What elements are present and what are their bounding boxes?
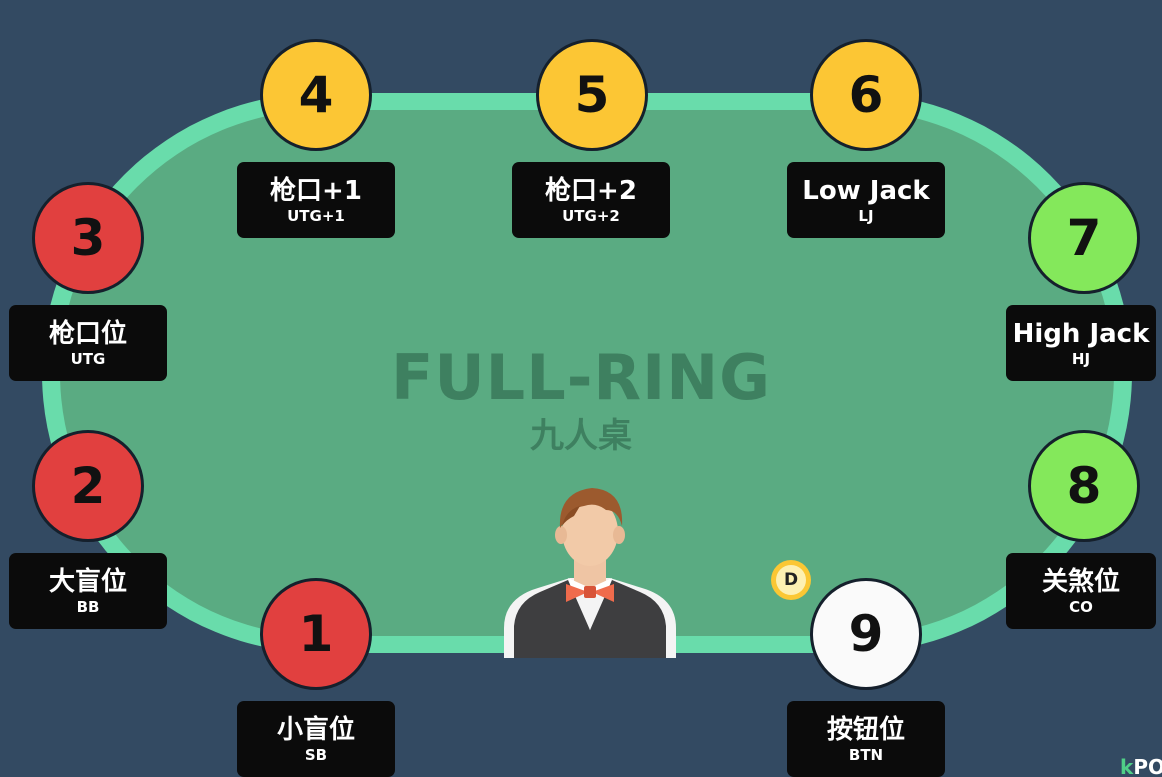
seat-7-label: High Jack HJ <box>1006 305 1156 381</box>
dealer-button-chip: D <box>771 560 811 600</box>
seat-4-name: 枪口+1 <box>270 175 362 206</box>
seat-7-circle: 7 <box>1028 182 1140 294</box>
seat-7-abbr: HJ <box>1071 349 1091 368</box>
brand-logo-prefix: k <box>1120 758 1134 777</box>
dealer-icon <box>504 488 676 658</box>
seat-5-abbr: UTG+2 <box>562 206 620 225</box>
seat-1-label: 小盲位 SB <box>237 701 395 777</box>
poker-table-diagram: FULL-RING 九人桌 D 1 小盲位 SB 2 大盲位 BB 3 枪口位 UTG 4 枪口+1… <box>0 0 1162 777</box>
seat-6-abbr: LJ <box>858 206 874 225</box>
seat-1-name: 小盲位 <box>276 714 355 745</box>
seat-9-name: 按钮位 <box>826 714 905 745</box>
seat-1-circle: 1 <box>260 578 372 690</box>
seat-3-label: 枪口位 UTG <box>9 305 167 381</box>
seat-8-label: 关煞位 CO <box>1006 553 1156 629</box>
seat-5-label: 枪口+2 UTG+2 <box>512 162 670 238</box>
seat-3-name: 枪口位 <box>48 318 127 349</box>
dealer-button-label: D <box>776 565 806 595</box>
seat-7-name: High Jack <box>1012 318 1150 349</box>
seat-9-abbr: BTN <box>848 745 884 764</box>
seat-4-label: 枪口+1 UTG+1 <box>237 162 395 238</box>
seat-6-circle: 6 <box>810 39 922 151</box>
seat-2-name: 大盲位 <box>48 566 127 597</box>
table-subtitle: 九人桌 <box>530 416 632 456</box>
brand-logo: kPO <box>1120 758 1162 777</box>
seat-2-circle: 2 <box>32 430 144 542</box>
seat-8-name: 关煞位 <box>1041 566 1120 597</box>
seat-2-abbr: BB <box>76 597 100 616</box>
seat-9-label: 按钮位 BTN <box>787 701 945 777</box>
seat-3-abbr: UTG <box>70 349 106 368</box>
seat-6-label: Low Jack LJ <box>787 162 945 238</box>
table-title: FULL-RING <box>390 341 772 414</box>
seat-1-abbr: SB <box>304 745 328 764</box>
seat-2-label: 大盲位 BB <box>9 553 167 629</box>
seat-8-circle: 8 <box>1028 430 1140 542</box>
brand-logo-text: PO <box>1133 758 1162 777</box>
seat-4-abbr: UTG+1 <box>287 206 345 225</box>
seat-9-circle: 9 <box>810 578 922 690</box>
seat-6-name: Low Jack <box>802 175 930 206</box>
seat-3-circle: 3 <box>32 182 144 294</box>
seat-5-name: 枪口+2 <box>545 175 637 206</box>
seat-5-circle: 5 <box>536 39 648 151</box>
seat-4-circle: 4 <box>260 39 372 151</box>
seat-8-abbr: CO <box>1069 597 1093 616</box>
